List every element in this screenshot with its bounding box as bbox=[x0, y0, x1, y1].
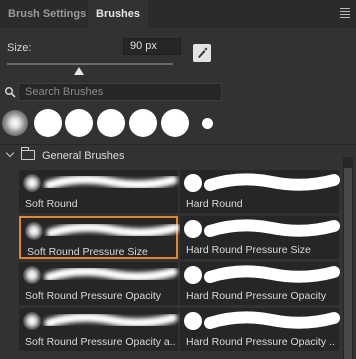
recent-brush-preset[interactable] bbox=[161, 109, 189, 137]
brush-tile[interactable]: Soft Round bbox=[19, 170, 178, 213]
brush-tile[interactable]: Hard Round Pressure Size bbox=[180, 216, 340, 259]
brush-tip-preview bbox=[23, 312, 41, 330]
brush-stroke-preview bbox=[44, 174, 178, 190]
brush-tile[interactable]: Hard Round Pressure Opacity ... bbox=[180, 308, 340, 351]
recent-brush-preset[interactable] bbox=[34, 109, 62, 137]
brush-tile[interactable]: Soft Round Pressure Opacity bbox=[19, 262, 178, 305]
brush-tip-preview bbox=[184, 266, 202, 284]
brush-tile-label: Soft Round Pressure Size bbox=[27, 246, 148, 258]
scrollbar-thumb[interactable] bbox=[344, 168, 352, 359]
panel-tab-bar: Brush Settings Brushes bbox=[0, 0, 356, 28]
brush-stroke-preview bbox=[204, 173, 340, 191]
tab-brushes[interactable]: Brushes bbox=[88, 0, 149, 28]
recent-brush-preset[interactable] bbox=[129, 109, 157, 137]
brush-stroke-preview bbox=[204, 265, 340, 283]
recent-brush-preset[interactable] bbox=[2, 110, 28, 136]
brush-tile-label: Hard Round Pressure Opacity bbox=[186, 290, 327, 302]
recent-brush-preset[interactable] bbox=[97, 109, 125, 137]
tab-brush-settings[interactable]: Brush Settings bbox=[0, 0, 94, 28]
brush-tip-preview bbox=[184, 174, 202, 192]
brush-stroke-preview bbox=[204, 311, 340, 329]
brush-tile[interactable]: Hard Round Pressure Opacity bbox=[180, 262, 340, 305]
brush-tip-preview bbox=[184, 220, 202, 238]
brush-tip-preview bbox=[23, 174, 41, 192]
brush-tile[interactable]: Soft Round Pressure Opacity a... bbox=[19, 308, 178, 351]
brush-tip-preview bbox=[184, 312, 202, 330]
panel-menu-icon[interactable] bbox=[340, 8, 350, 18]
brush-tip-preview bbox=[25, 222, 43, 240]
size-label: Size: bbox=[7, 42, 32, 54]
brush-tile-label: Soft Round Pressure Opacity bbox=[25, 290, 161, 302]
brush-tile-label: Soft Round bbox=[25, 198, 78, 210]
brush-stroke-preview bbox=[46, 222, 180, 238]
search-brushes-input[interactable]: Search Brushes bbox=[18, 83, 222, 101]
brush-stroke-preview bbox=[44, 266, 178, 282]
brush-edit-icon[interactable] bbox=[193, 44, 211, 62]
brush-tile[interactable]: Hard Round bbox=[180, 170, 340, 213]
brush-tile-label: Hard Round Pressure Size bbox=[186, 244, 311, 256]
size-input[interactable]: 90 px bbox=[123, 38, 181, 55]
brush-tile[interactable]: Soft Round Pressure Size bbox=[19, 216, 180, 259]
brush-stroke-preview bbox=[204, 219, 340, 237]
brush-tile-label: Hard Round bbox=[186, 198, 243, 210]
recent-brush-preset[interactable] bbox=[65, 109, 93, 137]
size-slider-track[interactable] bbox=[7, 63, 173, 65]
brush-tile-label: Soft Round Pressure Opacity a... bbox=[25, 336, 175, 348]
size-slider-thumb[interactable] bbox=[74, 67, 84, 75]
folder-icon bbox=[20, 147, 35, 160]
brush-group-label: General Brushes bbox=[42, 150, 125, 162]
recent-brush-preset[interactable] bbox=[202, 118, 213, 129]
brush-tile-label: Hard Round Pressure Opacity ... bbox=[186, 336, 336, 348]
brush-stroke-preview bbox=[44, 312, 178, 328]
search-icon bbox=[4, 86, 16, 98]
brush-tip-preview bbox=[23, 266, 41, 284]
